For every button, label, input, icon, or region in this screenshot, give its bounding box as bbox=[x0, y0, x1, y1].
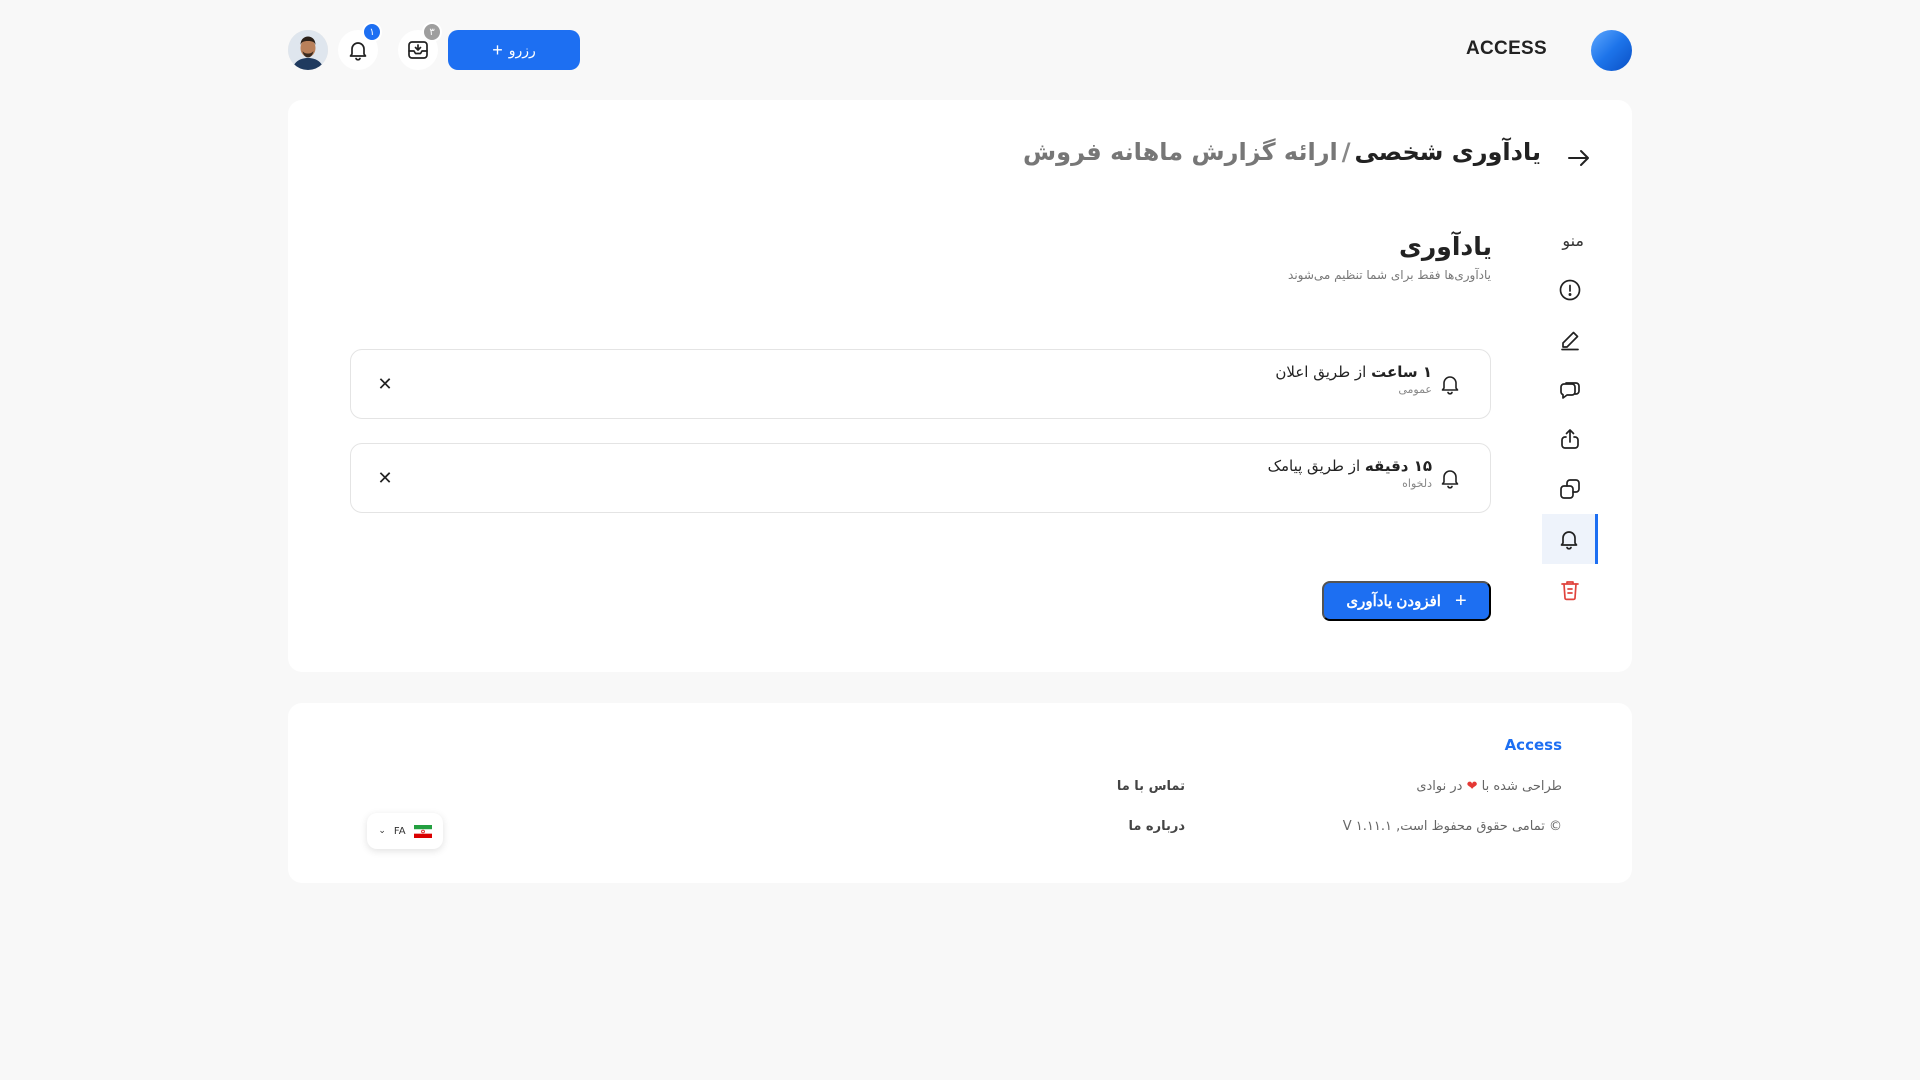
bell-icon bbox=[1560, 531, 1577, 550]
footer-contact-link[interactable]: تماس با ما bbox=[1117, 779, 1185, 794]
notifications-button[interactable]: ۱ bbox=[338, 22, 382, 70]
reminder-type: دلخواه bbox=[1402, 477, 1432, 490]
sidebar-item-copy[interactable] bbox=[1542, 464, 1598, 514]
breadcrumb-current: یادآوری شخصی bbox=[1354, 138, 1541, 166]
iran-flag-icon bbox=[413, 824, 432, 838]
sidebar-item-edit[interactable] bbox=[1542, 315, 1598, 365]
chevron-down-icon: ⌄ bbox=[378, 826, 386, 836]
reminder-amount: ۱ ساعت bbox=[1371, 363, 1432, 381]
reminder-amount: ۱۵ دقیقه bbox=[1364, 457, 1432, 475]
logo-text: ACCESS bbox=[1466, 38, 1547, 59]
sidebar-item-comment[interactable] bbox=[1542, 364, 1598, 414]
bell-icon bbox=[349, 42, 367, 61]
reminder-channel: از طریق پیامک bbox=[1267, 457, 1361, 475]
language-selector[interactable]: ⌄ FA bbox=[367, 813, 443, 849]
section-subtitle: یادآوری‌ها فقط برای شما تنظیم می‌شوند bbox=[1288, 268, 1491, 282]
remove-reminder-button[interactable]: ✕ bbox=[375, 373, 395, 395]
footer-designed-by: طراحی شده با ❤ در نوادی bbox=[1416, 779, 1562, 794]
close-icon: ✕ bbox=[377, 373, 393, 395]
user-photo-icon bbox=[288, 30, 328, 70]
inbox-badge: ۳ bbox=[422, 22, 442, 42]
trash-icon bbox=[1561, 581, 1579, 601]
logo-icon bbox=[1591, 30, 1632, 71]
section-title: یادآوری bbox=[1398, 232, 1492, 261]
edit-icon bbox=[1561, 331, 1579, 351]
language-code: FA bbox=[393, 825, 406, 837]
breadcrumb-parent[interactable]: ارائه گزارش ماهانه فروش bbox=[1023, 138, 1338, 166]
sidebar-item-share[interactable] bbox=[1542, 414, 1598, 464]
info-icon bbox=[1559, 279, 1581, 301]
reminder-channel: از طریق اعلان bbox=[1275, 363, 1367, 381]
designed-suffix: در نوادی bbox=[1416, 779, 1463, 794]
plus-icon: + bbox=[492, 40, 503, 60]
notifications-badge: ۱ bbox=[362, 22, 382, 42]
sidebar-item-reminder[interactable] bbox=[1542, 514, 1598, 564]
remove-reminder-button[interactable]: ✕ bbox=[375, 467, 395, 489]
breadcrumb: یادآوری شخصی / ارائه گزارش ماهانه فروش bbox=[1023, 138, 1541, 166]
footer-brand: Access bbox=[1504, 736, 1562, 754]
sidebar-item-info[interactable] bbox=[1542, 265, 1598, 315]
footer-copyright: © تمامی حقوق محفوظ است, V ۱.۱۱.۱ bbox=[1342, 819, 1562, 834]
heart-icon: ❤ bbox=[1466, 779, 1478, 794]
breadcrumb-separator: / bbox=[1341, 138, 1351, 166]
reminder-type: عمومی bbox=[1398, 383, 1432, 396]
copy-icon bbox=[1560, 479, 1580, 499]
avatar[interactable] bbox=[288, 30, 328, 70]
add-reminder-label: افزودن یادآوری bbox=[1346, 593, 1441, 610]
inbox-icon bbox=[408, 41, 428, 59]
reserve-button-label: رزرو bbox=[508, 41, 536, 58]
plus-icon: + bbox=[1454, 590, 1467, 612]
share-icon bbox=[1561, 429, 1579, 449]
reminder-item: ۱۵ دقیقه از طریق پیامک دلخواه ✕ bbox=[350, 443, 1491, 513]
bell-icon bbox=[1441, 376, 1459, 395]
bell-icon bbox=[1441, 470, 1459, 489]
comment-icon bbox=[1560, 382, 1580, 399]
close-icon: ✕ bbox=[377, 467, 393, 489]
sidebar-item-delete[interactable] bbox=[1542, 565, 1598, 615]
back-arrow-icon[interactable] bbox=[1566, 146, 1592, 170]
reserve-button[interactable]: + رزرو bbox=[448, 30, 580, 70]
reminder-item: ۱ ساعت از طریق اعلان عمومی ✕ bbox=[350, 349, 1491, 419]
inbox-button[interactable]: ۳ bbox=[398, 22, 442, 70]
designed-prefix: طراحی شده با bbox=[1481, 779, 1562, 794]
footer-about-link[interactable]: درباره ما bbox=[1128, 819, 1185, 834]
add-reminder-button[interactable]: + افزودن یادآوری bbox=[1322, 581, 1491, 621]
sidebar-title: منو bbox=[1562, 231, 1584, 250]
